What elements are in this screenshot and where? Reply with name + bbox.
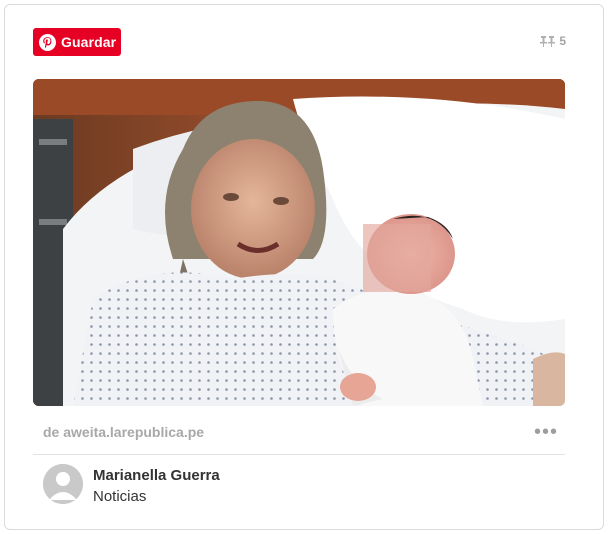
board-name[interactable]: Noticias	[93, 488, 146, 505]
pin-icon	[540, 36, 556, 47]
default-avatar-icon[interactable]	[43, 464, 83, 504]
pinterest-logo-icon	[39, 33, 56, 51]
divider	[33, 454, 565, 455]
photo-image	[33, 79, 565, 406]
source-link[interactable]: de aweita.larepublica.pe	[43, 424, 204, 440]
more-dots-icon[interactable]: •••	[534, 422, 558, 442]
repin-count-value: 5	[559, 34, 566, 48]
pin-image[interactable]	[33, 79, 565, 406]
save-button[interactable]: Guardar	[33, 28, 121, 56]
source-row: de aweita.larepublica.pe •••	[43, 422, 558, 442]
repin-count[interactable]: 5	[540, 34, 566, 48]
save-button-label: Guardar	[61, 34, 117, 50]
pinner-name[interactable]: Marianella Guerra	[93, 467, 220, 484]
